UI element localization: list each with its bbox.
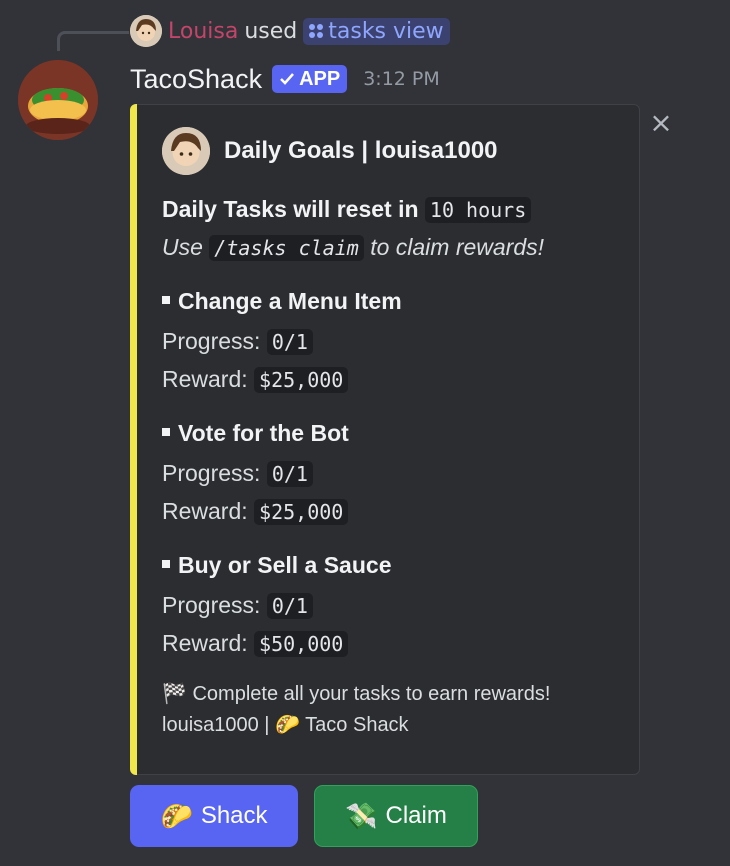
claim-prefix: Use: [162, 234, 203, 260]
task-reward: Reward: $50,000: [162, 624, 349, 663]
embed-author-name: Daily Goals | louisa1000: [224, 137, 498, 164]
reset-prefix: Daily Tasks will reset in: [162, 196, 419, 222]
taco-icon: 🌮: [160, 800, 193, 831]
footer-text: Complete all your tasks to earn rewards!: [192, 683, 551, 705]
money-icon: 💸: [345, 800, 378, 831]
app-command-icon: [309, 24, 324, 38]
task-title-text: Buy or Sell a Sauce: [178, 552, 392, 578]
task-progress: Progress: 0/1: [162, 322, 313, 361]
command-pill[interactable]: tasks view: [303, 17, 450, 45]
progress-value: 0/1: [266, 593, 313, 619]
task-title: Vote for the Bot: [162, 414, 349, 452]
reward-label: Reward:: [162, 498, 248, 524]
close-icon[interactable]: ×: [648, 109, 674, 137]
shack-button[interactable]: 🌮 Shack: [130, 785, 298, 847]
footer-user: louisa1000 |: [162, 714, 270, 736]
reward-value: $25,000: [254, 499, 349, 525]
shack-button-label: Shack: [200, 802, 268, 829]
progress-value: 0/1: [266, 461, 313, 487]
progress-label: Progress:: [162, 592, 261, 618]
progress-label: Progress:: [162, 328, 261, 354]
claim-button[interactable]: 💸 Claim: [314, 785, 478, 847]
reward-value: $50,000: [254, 631, 349, 657]
check-icon: [280, 73, 295, 85]
task-progress: Progress: 0/1: [162, 586, 313, 625]
reply-used-text: used: [244, 18, 298, 44]
reset-line: Daily Tasks will reset in 10 hours: [162, 190, 532, 229]
bot-name[interactable]: TacoShack: [130, 64, 262, 95]
embed-footer-line1: 🏁 Complete all your tasks to earn reward…: [162, 679, 550, 710]
timestamp[interactable]: 3:12 PM: [363, 68, 440, 90]
app-badge-label: APP: [299, 67, 341, 90]
task-title: Change a Menu Item: [162, 282, 402, 320]
task-title-text: Change a Menu Item: [178, 288, 402, 314]
bullet-icon: [162, 559, 170, 568]
embed-author: Daily Goals | louisa1000: [162, 126, 498, 176]
reply-username[interactable]: Louisa: [168, 19, 238, 44]
task-progress: Progress: 0/1: [162, 454, 313, 493]
claim-button-label: Claim: [385, 802, 447, 829]
task-title-text: Vote for the Bot: [178, 420, 349, 446]
checkered-flag-icon: 🏁: [162, 683, 187, 705]
reset-value: 10 hours: [424, 197, 532, 223]
reward-label: Reward:: [162, 630, 248, 656]
footer-name: Taco Shack: [305, 714, 409, 736]
reward-label: Reward:: [162, 366, 248, 392]
reward-value: $25,000: [254, 367, 349, 393]
author-avatar: [162, 127, 210, 175]
message-header: TacoShack APP 3:12 PM: [130, 60, 440, 98]
task-reward: Reward: $25,000: [162, 492, 349, 531]
embed-footer-line2: louisa1000 | 🌮 Taco Shack: [162, 710, 409, 741]
claim-instruction: Use /tasks claim to claim rewards!: [162, 228, 544, 267]
progress-label: Progress:: [162, 460, 261, 486]
claim-command: /tasks claim: [209, 235, 364, 261]
reply-context[interactable]: Louisa used tasks view: [130, 14, 450, 48]
bot-avatar[interactable]: [18, 60, 98, 140]
claim-suffix: to claim rewards!: [370, 234, 545, 260]
task-title: Buy or Sell a Sauce: [162, 546, 391, 584]
command-name: tasks view: [328, 18, 444, 44]
taco-icon: 🌮: [275, 714, 300, 736]
taco-icon: [18, 60, 98, 140]
app-badge: APP: [272, 65, 348, 93]
task-reward: Reward: $25,000: [162, 360, 349, 399]
bullet-icon: [162, 295, 170, 304]
bullet-icon: [162, 427, 170, 436]
user-avatar[interactable]: [130, 15, 162, 47]
progress-value: 0/1: [266, 329, 313, 355]
embed-accent-bar: [130, 104, 137, 775]
reply-spine: [57, 31, 129, 51]
